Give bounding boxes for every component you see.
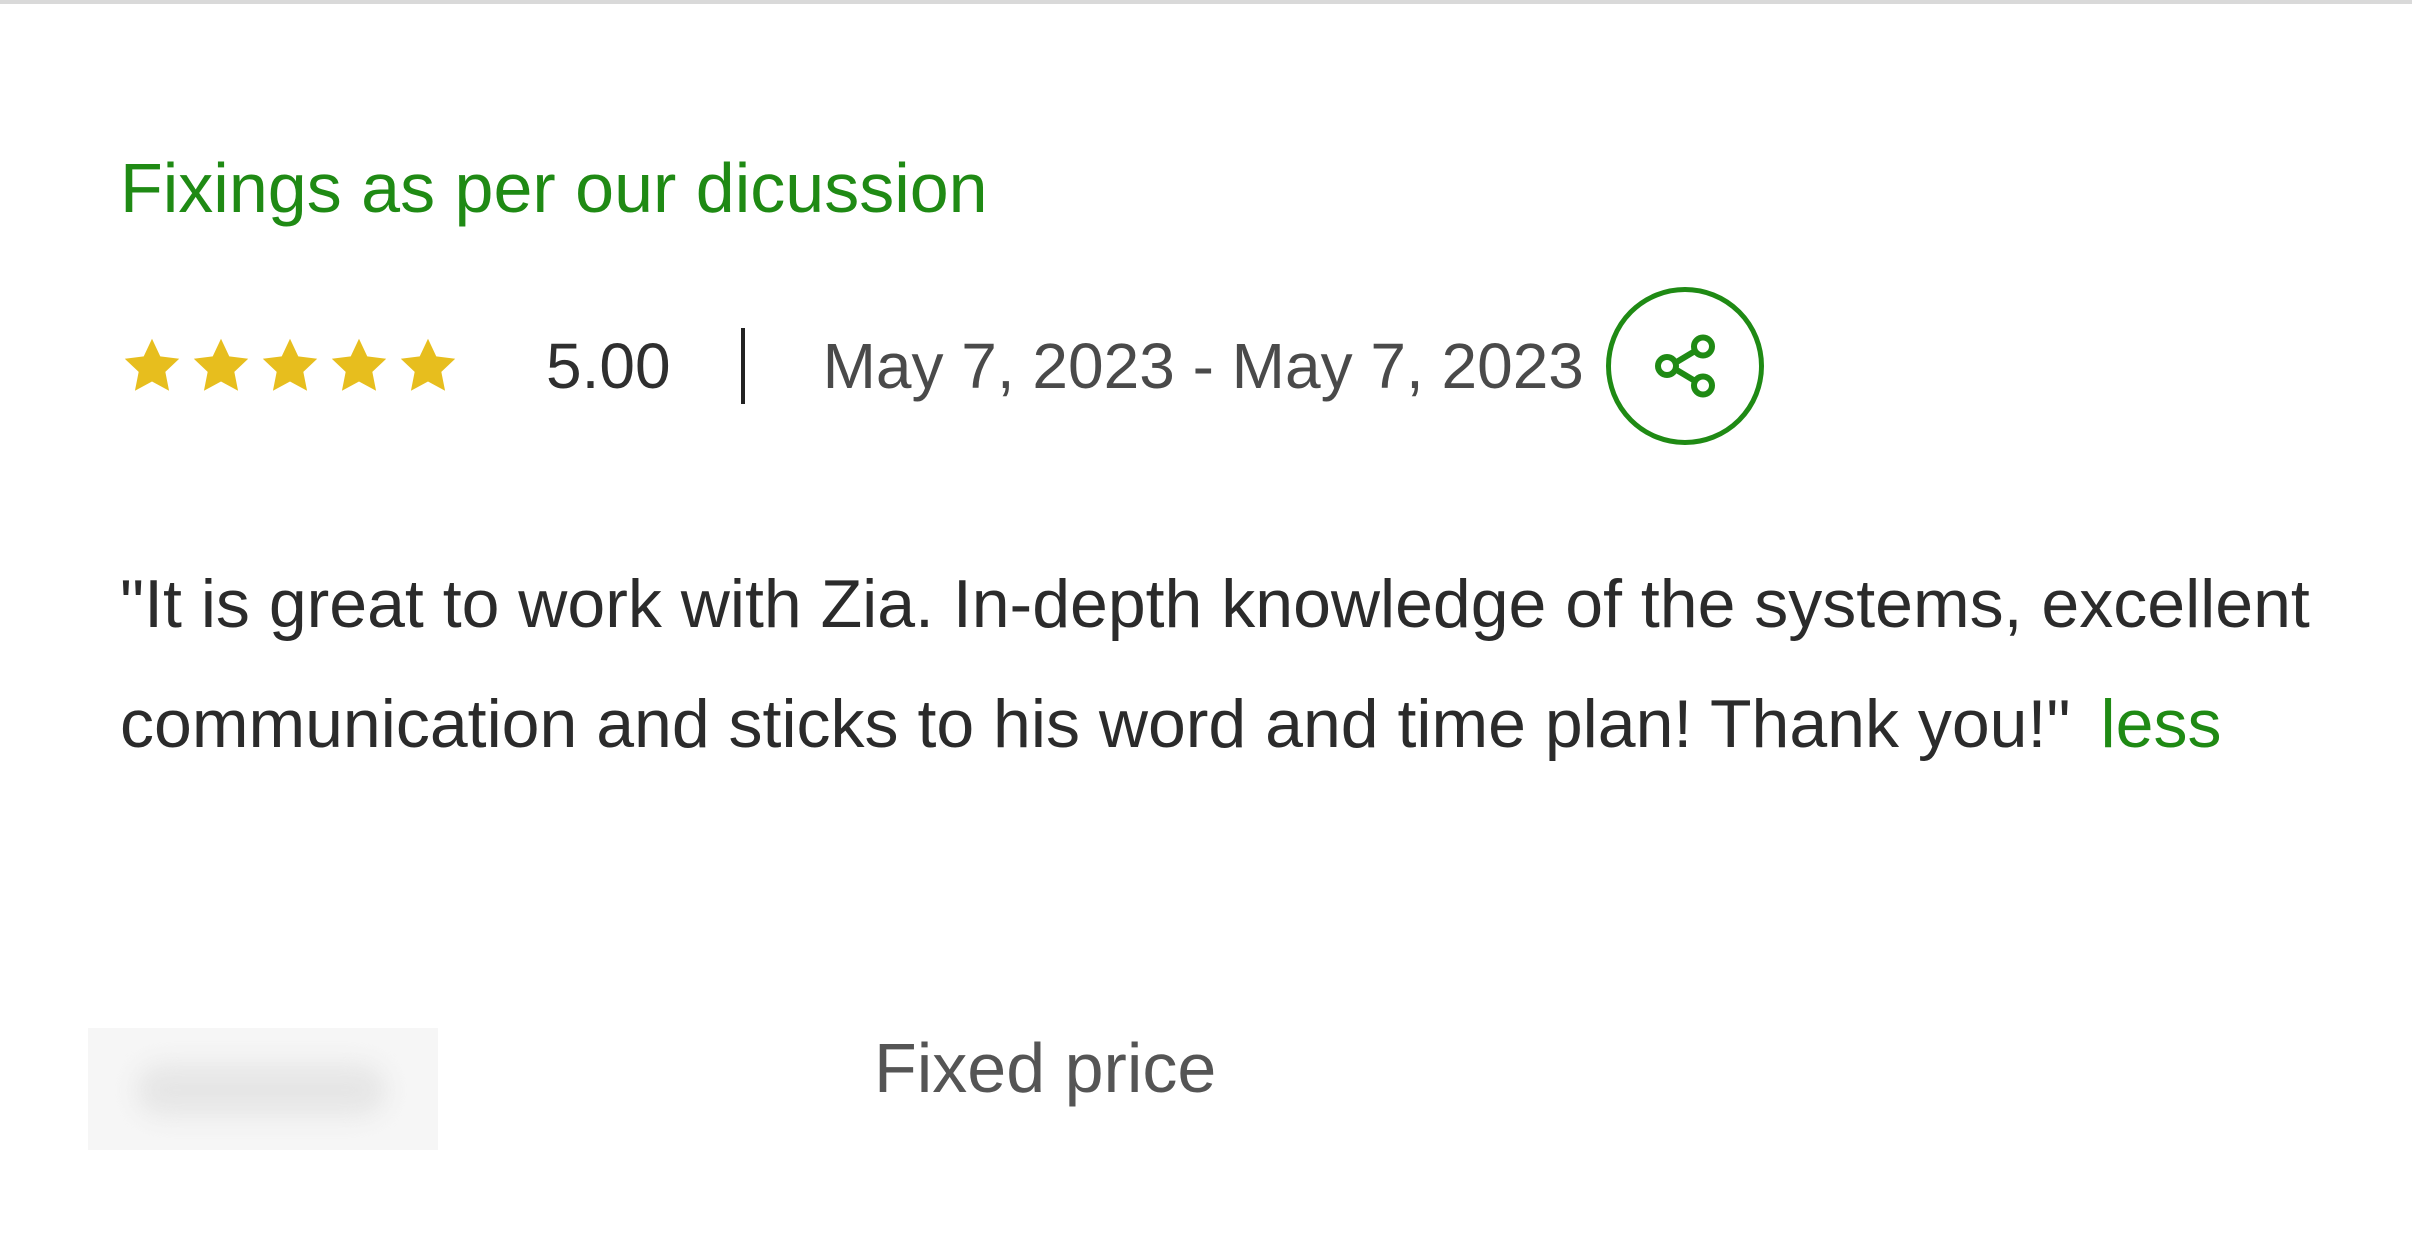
contract-date-range: May 7, 2023 - May 7, 2023 — [822, 330, 1584, 402]
review-text-block: "It is great to work with Zia. In-depth … — [120, 544, 2310, 784]
star-icon — [400, 338, 456, 391]
review-card: Fixings as per our dicussion 5.00 May 7,… — [0, 0, 2412, 1244]
meta-divider — [740, 328, 745, 404]
contract-type-label: Fixed price — [874, 1029, 1217, 1107]
rating-value: 5.00 — [546, 330, 671, 402]
share-icon — [1654, 334, 1715, 398]
star-icon — [331, 338, 387, 391]
share-button[interactable] — [1605, 287, 1764, 445]
review-meta-row: 5.00 May 7, 2023 - May 7, 2023 — [120, 286, 1764, 446]
redacted-amount — [88, 1028, 438, 1150]
star-rating — [120, 334, 460, 398]
star-icon — [193, 338, 249, 391]
blur-smudge — [136, 1064, 386, 1116]
review-text: "It is great to work with Zia. In-depth … — [120, 566, 2310, 762]
job-title-link[interactable]: Fixings as per our dicussion — [120, 146, 988, 230]
less-link[interactable]: less — [2101, 686, 2222, 762]
star-icon — [124, 338, 180, 391]
star-icon — [262, 338, 318, 391]
